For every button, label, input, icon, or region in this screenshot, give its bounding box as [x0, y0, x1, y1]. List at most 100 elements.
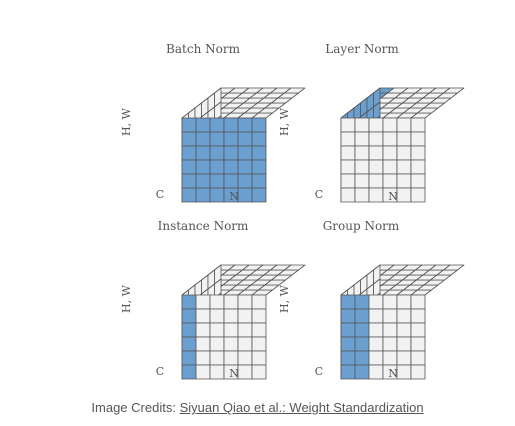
front-face-cell [340, 336, 356, 352]
batch-norm-c-axis-label: C [156, 188, 164, 201]
front-face-cell [396, 350, 412, 366]
group-norm-title: Group Norm [323, 219, 400, 233]
front-face-cell [410, 294, 426, 310]
front-face-cell [340, 308, 356, 324]
front-face-cell [354, 187, 370, 203]
front-face-cell [237, 336, 253, 352]
front-face-cell [368, 336, 384, 352]
front-face-cell [396, 159, 412, 175]
front-face-cell [181, 336, 197, 352]
front-face-cell [195, 350, 211, 366]
front-face-cell [396, 336, 412, 352]
front-face-cell [410, 145, 426, 161]
front-face-cell [209, 159, 225, 175]
instance-norm-c-axis-label: C [156, 365, 164, 378]
front-face-cell [368, 187, 384, 203]
front-face-cell [237, 350, 253, 366]
front-face-cell [251, 131, 267, 147]
front-face-cell [354, 117, 370, 133]
layer-norm-hw-axis-label: H, W [278, 107, 291, 136]
front-face-cell [396, 308, 412, 324]
front-face-cell [396, 187, 412, 203]
front-face-cell [181, 159, 197, 175]
front-face-cell [382, 131, 398, 147]
front-face-cell [251, 145, 267, 161]
front-face-cell [195, 117, 211, 133]
front-face-cell [195, 294, 211, 310]
front-face-cell [181, 308, 197, 324]
front-face-cell [396, 173, 412, 189]
front-face-cell [368, 117, 384, 133]
front-face-cell [354, 145, 370, 161]
front-face-cell [223, 173, 239, 189]
front-face-cell [181, 117, 197, 133]
front-face-cell [195, 187, 211, 203]
instance-norm-n-axis-label: N [229, 367, 239, 380]
front-face-cell [209, 308, 225, 324]
front-face-cell [223, 159, 239, 175]
front-face-cell [223, 145, 239, 161]
front-face-cell [209, 145, 225, 161]
front-face-cell [410, 173, 426, 189]
front-face-cell [209, 350, 225, 366]
front-face-cell [396, 322, 412, 338]
caption-prefix: Image Credits: [91, 400, 180, 415]
front-face-cell [354, 173, 370, 189]
front-face-cell [354, 159, 370, 175]
front-face-cell [340, 173, 356, 189]
front-face-cell [396, 131, 412, 147]
front-face-cell [223, 350, 239, 366]
front-face-cell [195, 322, 211, 338]
front-face-cell [195, 159, 211, 175]
front-face-cell [340, 117, 356, 133]
group-norm-c-axis-label: C [315, 365, 323, 378]
front-face-cell [195, 336, 211, 352]
front-face-cell [237, 322, 253, 338]
front-face-cell [340, 294, 356, 310]
front-face-cell [237, 187, 253, 203]
front-face-cell [340, 187, 356, 203]
front-face-cell [195, 145, 211, 161]
group-norm-n-axis-label: N [388, 367, 398, 380]
front-face-cell [251, 336, 267, 352]
front-face-cell [368, 173, 384, 189]
group-norm-hw-axis-label: H, W [278, 284, 291, 313]
front-face-cell [354, 131, 370, 147]
front-face-cell [251, 187, 267, 203]
front-face-cell [396, 145, 412, 161]
front-face-cell [368, 294, 384, 310]
front-face-cell [223, 322, 239, 338]
front-face-cell [251, 322, 267, 338]
layer-norm-panel: Layer Norm H, W C N [278, 42, 465, 203]
front-face-cell [368, 350, 384, 366]
instance-norm-title: Instance Norm [158, 219, 249, 233]
front-face-cell [237, 308, 253, 324]
front-face-cell [181, 364, 197, 380]
front-face-cell [354, 364, 370, 380]
weight-standardization-credit-link[interactable]: Siyuan Qiao et al.: Weight Standardizati… [180, 400, 424, 415]
front-face-cell [354, 294, 370, 310]
batch-norm-cube [181, 87, 306, 203]
front-face-cell [181, 187, 197, 203]
instance-norm-hw-axis-label: H, W [120, 284, 133, 313]
front-face-cell [382, 336, 398, 352]
front-face-cell [382, 308, 398, 324]
front-face-cell [410, 131, 426, 147]
layer-norm-cube [340, 87, 465, 203]
front-face-cell [251, 117, 267, 133]
front-face-cell [237, 117, 253, 133]
front-face-cell [410, 187, 426, 203]
layer-norm-n-axis-label: N [388, 190, 398, 203]
front-face-cell [354, 350, 370, 366]
front-face-cell [368, 159, 384, 175]
front-face-cell [368, 364, 384, 380]
front-face-cell [223, 308, 239, 324]
front-face-cell [195, 131, 211, 147]
front-face-cell [251, 294, 267, 310]
batch-norm-n-axis-label: N [229, 190, 239, 203]
front-face-cell [410, 117, 426, 133]
front-face-cell [251, 364, 267, 380]
batch-norm-hw-axis-label: H, W [120, 107, 133, 136]
front-face-cell [396, 364, 412, 380]
front-face-cell [181, 173, 197, 189]
